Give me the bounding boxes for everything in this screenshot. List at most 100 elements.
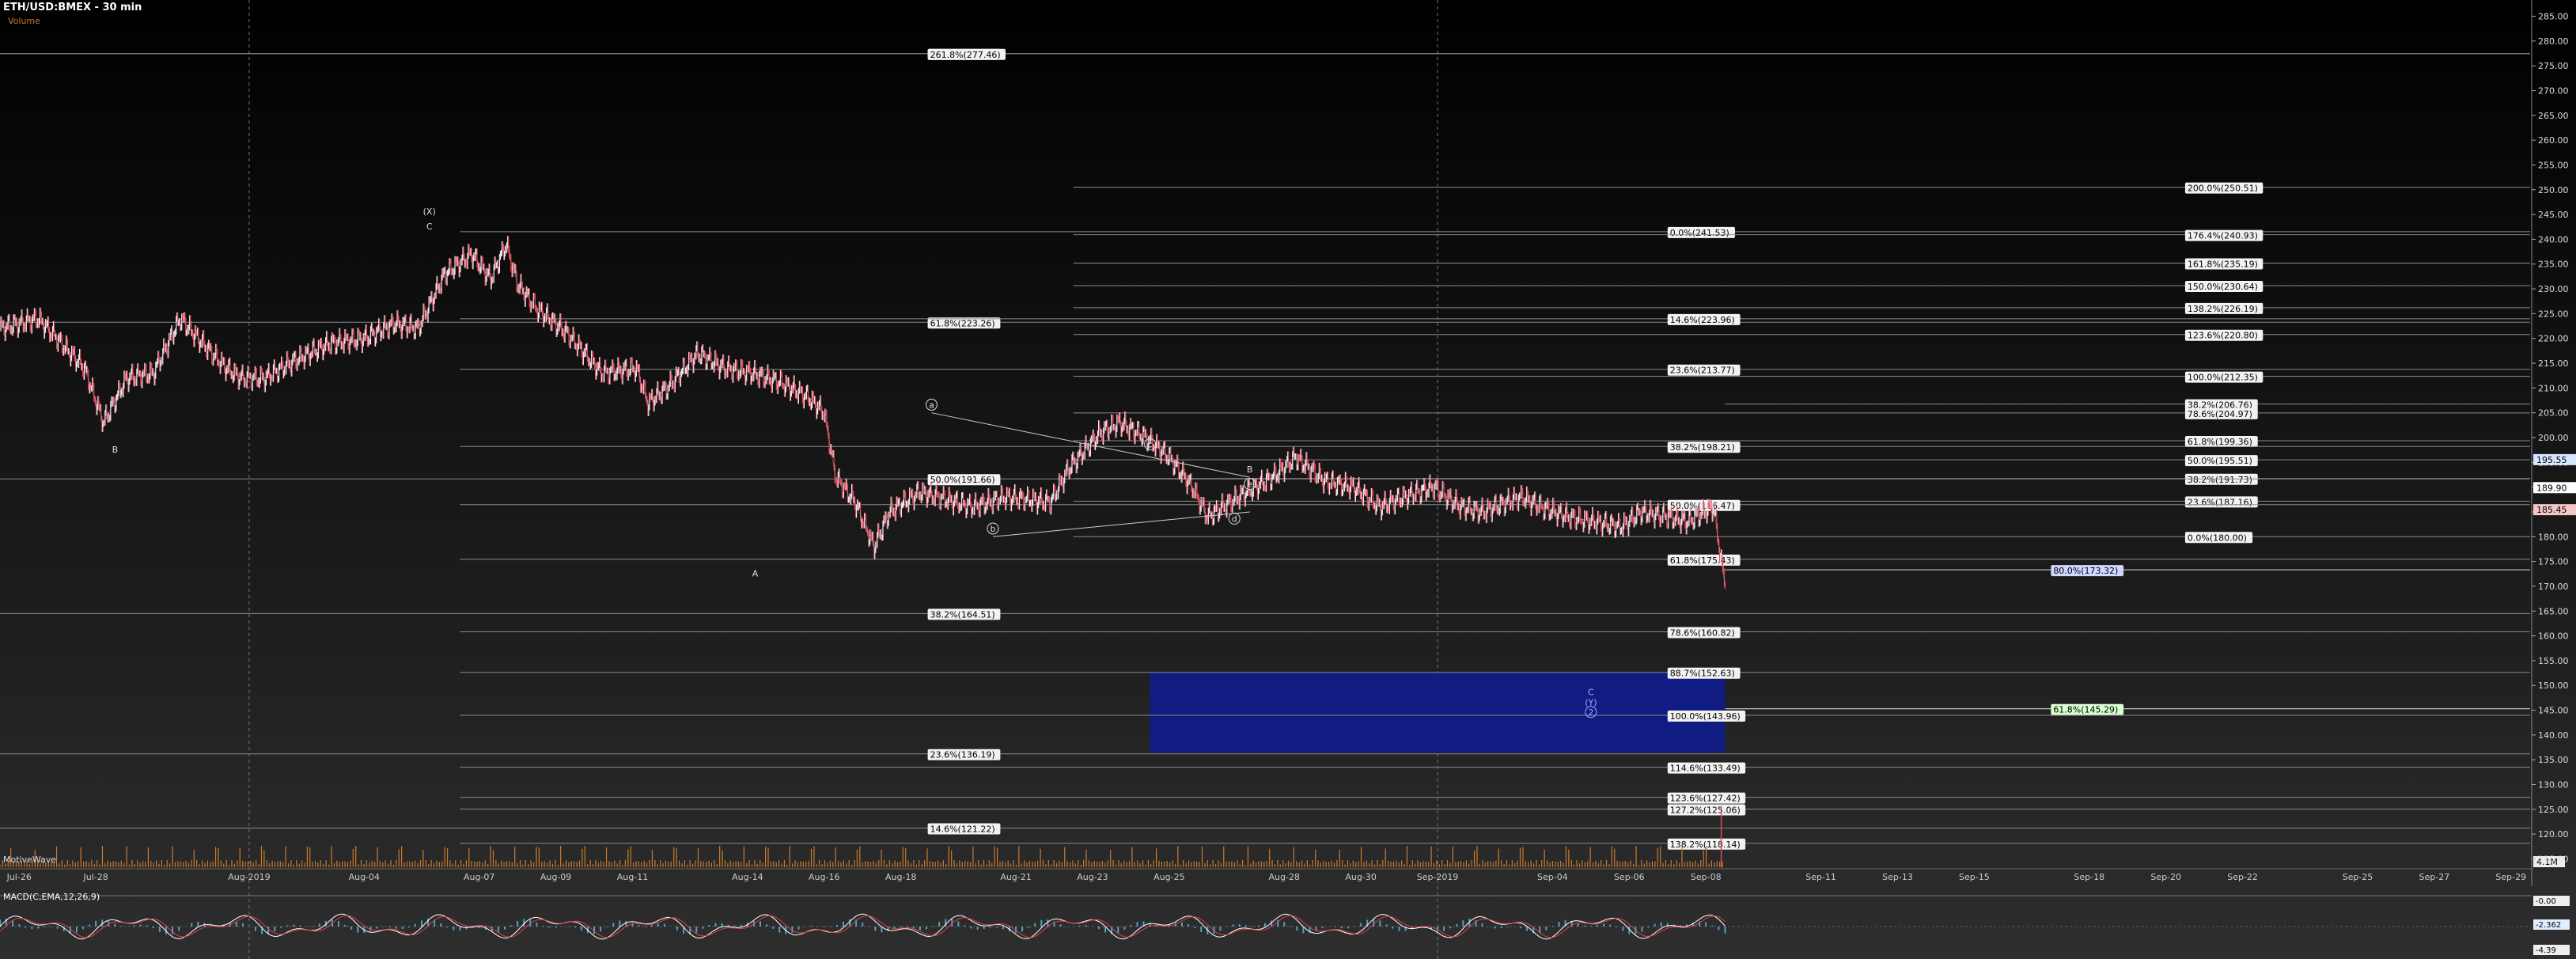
y-tick-label-4: 135.00 — [2538, 755, 2569, 765]
y-tick-label-18: 205.00 — [2538, 408, 2569, 419]
wave-label-7: d — [1232, 514, 1237, 524]
y-tick-label-17: 200.00 — [2538, 433, 2569, 443]
x-tick-label-2: Aug-2019 — [228, 872, 270, 882]
wave-label-0: (X) — [423, 207, 436, 217]
fib-label-11-text: 23.6%(213.77) — [1670, 366, 1735, 376]
fib-label-4: 176.4%(240.93) — [2184, 229, 2263, 241]
x-tick-label-18: Sep-08 — [1691, 872, 1722, 882]
x-tick-label-25: Sep-25 — [2343, 872, 2373, 882]
x-tick-label-14: Aug-30 — [1345, 872, 1376, 882]
macd-tag-text-0: -0.00 — [2536, 897, 2556, 906]
target-zone-layer — [1150, 672, 1726, 752]
fib-label-27-text: 88.7%(152.63) — [1670, 669, 1735, 679]
x-tick-label-1: Jul-28 — [83, 872, 108, 882]
y-tick-label-27: 250.00 — [2538, 185, 2569, 195]
fib-label-29: 100.0%(143.96) — [1667, 711, 1746, 722]
y-tick-label-8: 155.00 — [2538, 656, 2569, 666]
fib-label-29-text: 100.0%(143.96) — [1670, 711, 1741, 722]
fib-label-30: 23.6%(136.19) — [927, 749, 1001, 760]
x-tick-label-22: Sep-18 — [2074, 872, 2104, 882]
fib-label-28: 61.8%(145.29) — [2051, 703, 2124, 715]
y-tick-label-21: 220.00 — [2538, 334, 2569, 344]
wave-label-10: C — [1588, 688, 1594, 698]
x-tick-label-5: Aug-09 — [540, 872, 571, 882]
fib-label-3: 0.0%(241.53) — [1667, 226, 1735, 238]
x-tick-label-12: Aug-25 — [1154, 872, 1184, 882]
y-tick-label-24: 235.00 — [2538, 260, 2569, 270]
y-tick-label-29: 260.00 — [2538, 135, 2569, 146]
wave-label-5: b — [990, 524, 995, 534]
fib-label-7-text: 138.2%(226.19) — [2188, 304, 2258, 314]
fib-label-18: 38.2%(191.73) — [2184, 473, 2258, 485]
fib-label-16: 38.2%(198.21) — [1667, 442, 1741, 453]
fib-label-12-text: 100.0%(212.35) — [2188, 373, 2258, 383]
fib-label-11: 23.6%(213.77) — [1667, 364, 1741, 376]
x-tick-label-24: Sep-22 — [2227, 872, 2258, 882]
fib-label-10: 123.6%(220.80) — [2184, 329, 2263, 341]
y-tick-label-32: 275.00 — [2538, 61, 2569, 71]
fib-label-32: 123.6%(127.42) — [1667, 792, 1746, 804]
fib-label-19-text: 50.0%(191.66) — [930, 475, 995, 485]
x-tick-label-6: Aug-11 — [617, 872, 648, 882]
y-tick-label-3: 130.00 — [2538, 780, 2569, 790]
y-tick-label-5: 140.00 — [2538, 730, 2569, 741]
fib-label-31-text: 114.6%(133.49) — [1670, 764, 1741, 774]
x-tick-label-19: Sep-11 — [1805, 872, 1836, 882]
y-tick-label-12: 175.00 — [2538, 557, 2569, 567]
fib-label-1: 261.8%(277.46) — [927, 48, 1006, 60]
y-tick-label-11: 170.00 — [2538, 582, 2569, 592]
x-tick-label-9: Aug-18 — [885, 872, 916, 882]
wave-label-3: A — [752, 568, 759, 578]
fib-label-31: 114.6%(133.49) — [1667, 762, 1746, 774]
fib-label-24: 80.0%(173.32) — [2051, 565, 2124, 577]
fib-label-6-text: 150.0%(230.64) — [2188, 282, 2258, 292]
fib-label-16-text: 38.2%(198.21) — [1670, 442, 1735, 453]
macd-tag-text-1: -2.362 — [2536, 921, 2561, 930]
fib-label-20: 23.6%(187.16) — [2184, 496, 2258, 508]
fib-label-25-text: 38.2%(164.51) — [930, 609, 995, 620]
y-tick-label-19: 210.00 — [2538, 383, 2569, 393]
fib-label-7: 138.2%(226.19) — [2184, 302, 2263, 314]
fib-label-33: 127.2%(125.06) — [1667, 804, 1746, 815]
y-tick-label-9: 160.00 — [2538, 631, 2569, 642]
y-tick-label-7: 150.00 — [2538, 680, 2569, 691]
y-tick-label-22: 225.00 — [2538, 309, 2569, 319]
price-chart[interactable]: 78.6%(277.47)261.8%(277.46)200.0%(250.51… — [0, 0, 2576, 959]
fib-label-25: 38.2%(164.51) — [927, 608, 1001, 620]
x-tick-label-11: Aug-23 — [1077, 872, 1108, 882]
fib-label-26-text: 78.6%(160.82) — [1670, 627, 1735, 638]
chart-title: ETH/USD:BMEX - 30 min — [3, 2, 142, 13]
x-tick-label-0: Jul-26 — [6, 872, 32, 882]
fib-label-24-text: 80.0%(173.32) — [2053, 566, 2118, 576]
fib-label-35-text: 138.2%(118.14) — [1670, 840, 1741, 850]
x-tick-label-8: Aug-16 — [809, 872, 839, 882]
y-tick-label-26: 245.00 — [2538, 210, 2569, 220]
y-tick-label-6: 145.00 — [2538, 706, 2569, 716]
wave-label-12: 2 — [1588, 707, 1593, 718]
fib-label-15: 61.8%(199.36) — [2184, 436, 2258, 448]
fib-label-20-text: 23.6%(187.16) — [2188, 497, 2252, 507]
fib-label-5: 161.8%(235.19) — [2184, 258, 2263, 270]
x-tick-label-26: Sep-27 — [2419, 872, 2450, 882]
fib-label-34: 14.6%(121.22) — [927, 823, 1001, 835]
fib-label-23: 61.8%(175.43) — [1667, 554, 1741, 566]
wave-label-4: a — [929, 400, 934, 410]
fib-label-12: 100.0%(212.35) — [2184, 371, 2263, 383]
fib-label-3-text: 0.0%(241.53) — [1670, 228, 1729, 238]
y-tick-label-25: 240.00 — [2538, 234, 2569, 244]
target-zone — [1150, 672, 1726, 752]
fib-label-33-text: 127.2%(125.06) — [1670, 805, 1741, 815]
x-tick-label-27: Sep-29 — [2495, 872, 2526, 882]
fib-label-9: 14.6%(223.96) — [1667, 313, 1741, 325]
fib-label-26: 78.6%(160.82) — [1667, 627, 1741, 639]
price-tag-text-2: 185.45 — [2536, 505, 2567, 515]
x-tick-label-20: Sep-13 — [1882, 872, 1913, 882]
x-tick-label-4: Aug-07 — [464, 872, 494, 882]
x-tick-label-23: Sep-20 — [2150, 872, 2181, 882]
x-tick-label-17: Sep-06 — [1614, 872, 1645, 882]
fib-label-15-text: 61.8%(199.36) — [2188, 437, 2252, 447]
price-tag-text-0: 195.55 — [2536, 455, 2567, 465]
fib-label-6: 150.0%(230.64) — [2184, 281, 2263, 293]
x-tick-label-15: Sep-2019 — [1417, 872, 1459, 882]
fib-label-14: 78.6%(204.97) — [2184, 407, 2258, 419]
